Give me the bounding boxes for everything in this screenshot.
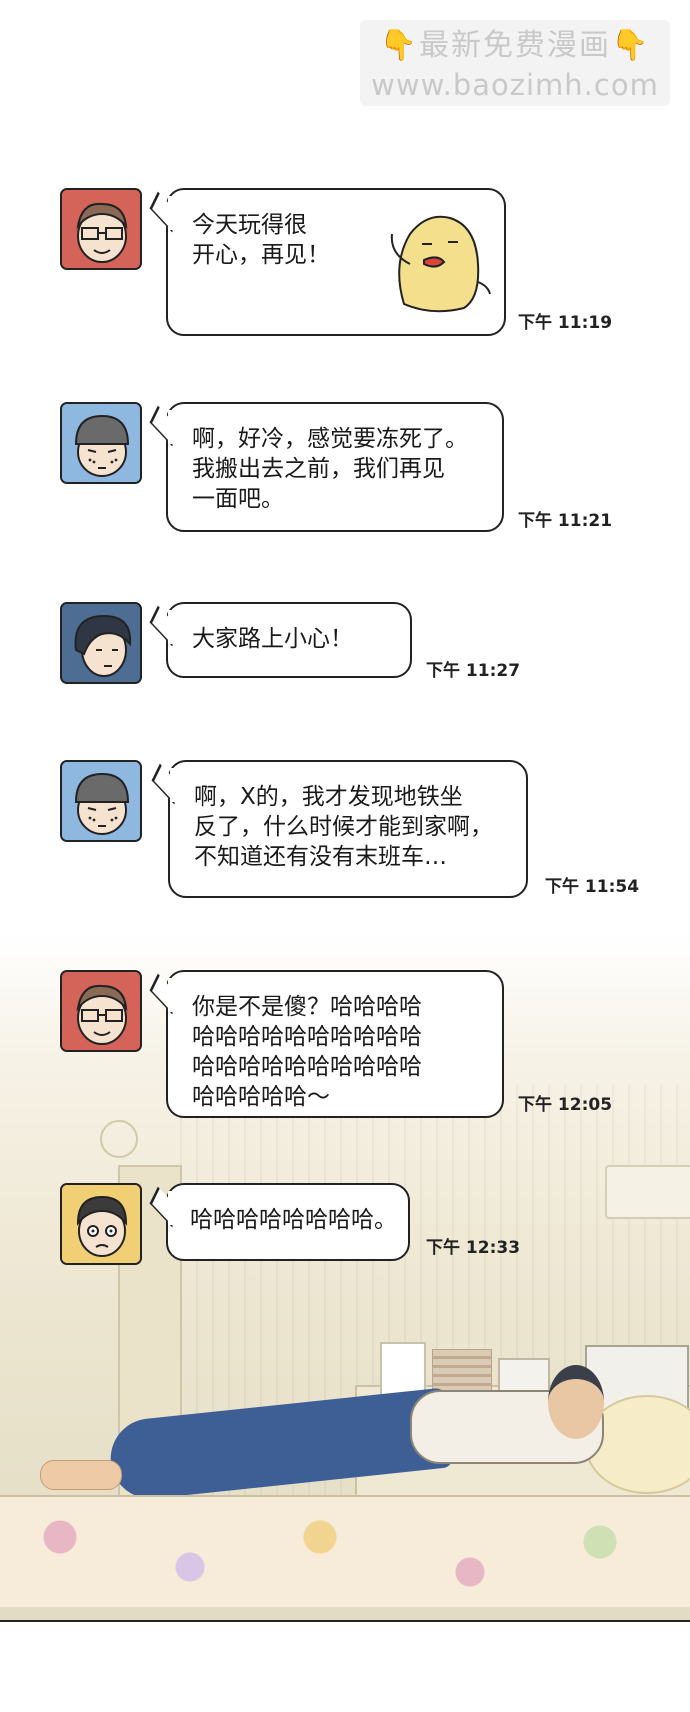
watermark-title: 👇最新免费漫画👇 <box>360 24 670 68</box>
watermark-badge: 👇最新免费漫画👇 www.baozimh.com <box>360 20 670 106</box>
message-bubble: 啊，好冷，感觉要冻死了。 我搬出去之前，我们再见 一面吧。 <box>149 402 504 532</box>
pointing-hand-icon: 👇 <box>611 28 651 63</box>
message-text: 哈哈哈哈哈哈哈哈。 <box>190 1207 397 1233</box>
surprised-guy-face-icon <box>62 1185 140 1263</box>
panel-bottom-border <box>0 1620 690 1622</box>
avatar-dark-hair-guy <box>60 602 142 684</box>
floral-blanket <box>0 1495 690 1607</box>
message-bubble: 你是不是傻？哈哈哈哈 哈哈哈哈哈哈哈哈哈哈 哈哈哈哈哈哈哈哈哈哈 哈哈哈哈哈～ <box>149 970 504 1118</box>
avatar-beanie-guy <box>60 760 142 842</box>
message-timestamp: 下午 11:21 <box>518 511 613 531</box>
message-text: 大家路上小心！ <box>192 626 353 652</box>
air-conditioner <box>605 1165 690 1219</box>
dark-hair-guy-face-icon <box>62 604 140 682</box>
message-text: 你是不是傻？哈哈哈哈 哈哈哈哈哈哈哈哈哈哈 哈哈哈哈哈哈哈哈哈哈 哈哈哈哈哈～ <box>192 994 422 1110</box>
message-timestamp: 下午 12:05 <box>518 1095 613 1115</box>
message-bubble: 今天玩得很 开心，再见！ <box>149 188 506 336</box>
avatar-beanie-guy <box>60 402 142 484</box>
glasses-guy-face-icon <box>62 190 140 268</box>
message-bubble: 哈哈哈哈哈哈哈哈。 <box>149 1183 410 1261</box>
lying-person-head <box>548 1365 604 1439</box>
message-text: 啊，X的，我才发现地铁坐 反了，什么时候才能到家啊， 不知道还有没有末班车… <box>194 784 493 870</box>
avatar-glasses-guy <box>60 970 142 1052</box>
message-timestamp: 下午 11:54 <box>545 877 640 897</box>
glasses-guy-face-icon <box>62 972 140 1050</box>
watermark-title-text: 最新免费漫画 <box>419 28 611 63</box>
book-stack <box>432 1349 492 1393</box>
message-timestamp: 下午 12:33 <box>426 1238 521 1258</box>
beanie-guy-face-icon <box>62 762 140 840</box>
desk-calendar <box>380 1342 426 1396</box>
message-bubble: 啊，X的，我才发现地铁坐 反了，什么时候才能到家啊， 不知道还有没有末班车… <box>151 760 528 898</box>
avatar-surprised-guy <box>60 1183 142 1265</box>
message-bubble: 大家路上小心！ <box>149 602 412 678</box>
watermark-url: www.baozimh.com <box>371 68 659 102</box>
lying-person-feet <box>40 1460 122 1490</box>
message-timestamp: 下午 11:19 <box>518 313 613 333</box>
chick-sticker-icon <box>390 215 491 313</box>
pointing-hand-icon: 👇 <box>379 28 419 63</box>
message-text: 啊，好冷，感觉要冻死了。 我搬出去之前，我们再见 一面吧。 <box>192 426 468 512</box>
wall-clock-icon <box>100 1120 138 1158</box>
message-timestamp: 下午 11:27 <box>426 661 521 681</box>
avatar-glasses-guy <box>60 188 142 270</box>
beanie-guy-face-icon <box>62 404 140 482</box>
